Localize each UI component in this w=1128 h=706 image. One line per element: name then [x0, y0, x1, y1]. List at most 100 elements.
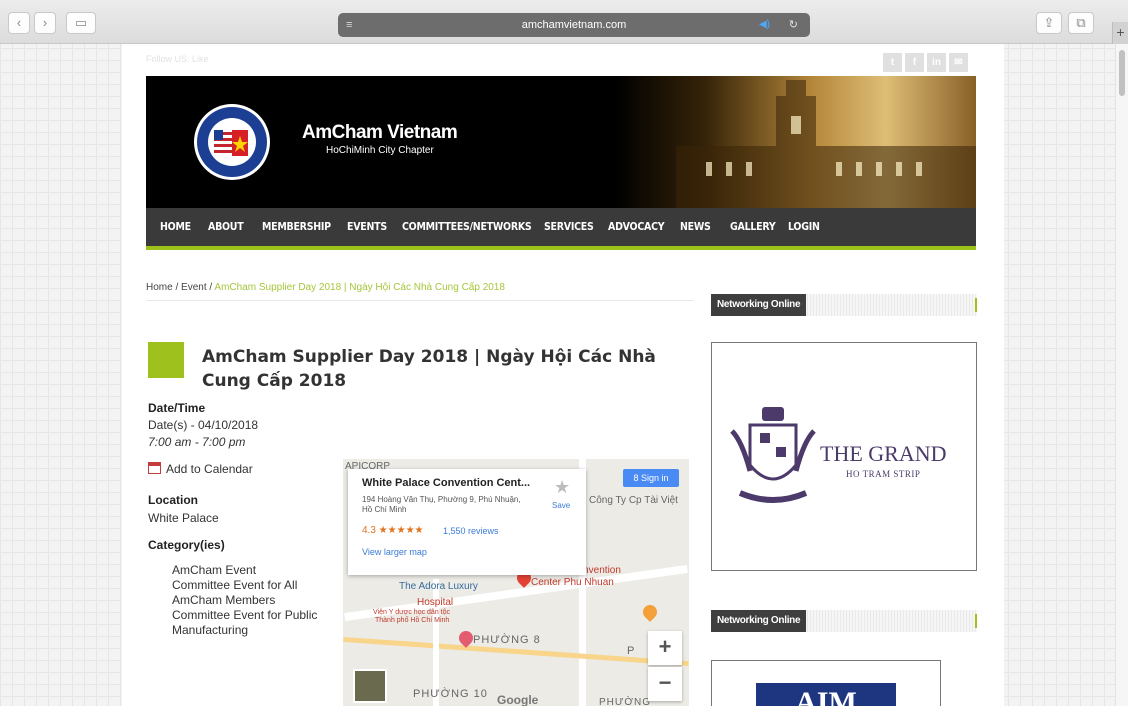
amcham-logo: [194, 104, 270, 180]
forward-button[interactable]: ›: [34, 12, 56, 34]
breadcrumb-separator: /: [172, 282, 182, 293]
map-label: Center Phu Nhuan: [531, 577, 614, 588]
map-label: The Adora Luxury: [399, 581, 478, 592]
the-grand-subtitle: HO TRAM STRIP: [846, 469, 921, 479]
satellite-toggle[interactable]: [353, 669, 387, 703]
nav-committees[interactable]: COMMITTEES/NETWORKS: [402, 208, 532, 246]
category-item[interactable]: AmCham Event: [172, 563, 317, 578]
banner-subtitle: HoChiMinh City Chapter: [326, 145, 434, 156]
sidebar-heading-text: Networking Online: [711, 610, 807, 632]
aim-ad[interactable]: AIM: [711, 660, 941, 706]
zoom-out-button[interactable]: −: [648, 667, 682, 701]
event-title: AmCham Supplier Day 2018 | Ngày Hội Các …: [202, 347, 656, 391]
nav-advocacy[interactable]: ADVOCACY: [608, 208, 665, 246]
the-grand-title: THE GRAND: [820, 441, 947, 466]
google-account-icon: 8: [633, 473, 641, 483]
place-address: 194 Hoàng Văn Thụ, Phường 9, Phú Nhuận, …: [362, 495, 521, 514]
nav-about[interactable]: ABOUT: [208, 208, 244, 246]
category-list: AmCham Event Committee Event for All AmC…: [172, 563, 317, 638]
reload-icon[interactable]: ↻: [789, 13, 798, 37]
add-to-calendar-link[interactable]: Add to Calendar: [166, 462, 253, 476]
tabs-button[interactable]: ⧉: [1068, 12, 1094, 34]
tabs-icon: ⧉: [1076, 15, 1086, 30]
social-links: t f in ✉: [883, 53, 968, 72]
view-larger-map-link[interactable]: View larger map: [362, 547, 427, 557]
calendar-icon: [148, 462, 161, 474]
nav-home[interactable]: HOME: [160, 208, 191, 246]
banner-title: AmCham Vietnam: [302, 122, 458, 143]
scrollbar[interactable]: [1115, 44, 1128, 706]
nav-services[interactable]: SERVICES: [544, 208, 594, 246]
site-banner: AmCham Vietnam HoChiMinh City Chapter: [146, 76, 976, 208]
map-label: Hospital: [417, 597, 454, 608]
map-label: PHƯỜNG: [599, 697, 652, 706]
web-page: Follow US: Like t f in ✉ AmCham Vietnam …: [122, 44, 1004, 706]
map-label: PHƯỜNG 8: [473, 634, 541, 646]
map-label: Viện Y dược học dân tộc: [373, 609, 450, 616]
place-card: White Palace Convention Cent... 194 Hoàn…: [348, 469, 586, 575]
event-time: 7:00 am - 7:00 pm: [148, 435, 246, 449]
address-bar[interactable]: ≡ amchamvietnam.com ◀) ↻: [338, 13, 810, 37]
aim-logo: AIM: [756, 683, 896, 706]
nav-events[interactable]: EVENTS: [347, 208, 387, 246]
building-silhouette: [676, 80, 976, 208]
url-text: amchamvietnam.com: [521, 19, 627, 31]
twitter-icon[interactable]: t: [883, 53, 902, 72]
title-accent: [148, 342, 184, 378]
scroll-thumb[interactable]: [1119, 50, 1125, 96]
google-map[interactable]: APICORP Công Ty Cp Tài Việt ce Conventio…: [343, 459, 689, 706]
share-button[interactable]: ⇪: [1036, 12, 1062, 34]
map-sign-in-button[interactable]: 8 Sign in: [623, 469, 679, 487]
email-icon[interactable]: ✉: [949, 53, 968, 72]
poi-pin-icon[interactable]: [640, 602, 660, 622]
back-button[interactable]: ‹: [8, 12, 30, 34]
the-grand-ad[interactable]: THE GRAND HO TRAM STRIP: [711, 342, 977, 571]
location-label: Location: [148, 493, 198, 507]
divider: [146, 300, 694, 301]
forward-icon: ›: [42, 15, 48, 30]
nav-membership[interactable]: MEMBERSHIP: [262, 208, 331, 246]
linkedin-icon[interactable]: in: [927, 53, 946, 72]
google-logo: Google: [497, 693, 539, 706]
sidebar-heading-text: Networking Online: [711, 294, 807, 316]
new-tab-button[interactable]: +: [1112, 22, 1128, 44]
map-label: Thành phố Hồ Chí Minh: [375, 617, 450, 624]
nav-news[interactable]: NEWS: [680, 208, 711, 246]
crest-icon: [730, 407, 816, 503]
place-rating: 4.3 ★★★★★: [362, 525, 424, 536]
share-icon: ⇪: [1043, 15, 1055, 30]
category-item[interactable]: AmCham Members: [172, 593, 317, 608]
speaker-icon[interactable]: ◀): [759, 13, 770, 37]
star-icon[interactable]: ★: [554, 477, 570, 498]
save-link[interactable]: Save: [552, 501, 570, 510]
browser-toolbar: ‹ › ▭ ≡ amchamvietnam.com ◀) ↻ ⇪ ⧉ +: [0, 0, 1128, 44]
sign-in-label: Sign in: [640, 473, 669, 483]
facebook-icon[interactable]: f: [905, 53, 924, 72]
place-name[interactable]: White Palace Convention Cent...: [362, 477, 530, 489]
back-icon: ‹: [16, 15, 22, 30]
plus-icon: +: [1116, 24, 1125, 40]
follow-us-text: Follow US: Like: [146, 54, 209, 64]
breadcrumb-home[interactable]: Home: [146, 282, 173, 293]
location-link[interactable]: White Palace: [148, 511, 219, 525]
map-label: Công Ty Cp Tài Việt: [589, 495, 678, 506]
nav-login[interactable]: LOGIN: [788, 208, 820, 246]
map-label: PHƯỜNG 10: [413, 688, 488, 700]
breadcrumb: Home / Event / AmCham Supplier Day 2018 …: [146, 282, 505, 293]
category-item[interactable]: Manufacturing: [172, 623, 317, 638]
sidebar-icon: ▭: [74, 15, 88, 30]
category-item[interactable]: Committee Event for Public: [172, 608, 317, 623]
event-dates: Date(s) - 04/10/2018: [148, 418, 259, 432]
reader-icon[interactable]: ≡: [346, 13, 352, 37]
breadcrumb-current: AmCham Supplier Day 2018 | Ngày Hội Các …: [214, 282, 505, 293]
sidebar-heading: Networking Online: [711, 610, 977, 632]
nav-gallery[interactable]: GALLERY: [730, 208, 776, 246]
map-label: P: [627, 645, 635, 657]
reviews-link[interactable]: 1,550 reviews: [443, 526, 499, 536]
category-label: Category(ies): [148, 538, 225, 552]
breadcrumb-event[interactable]: Event: [181, 282, 207, 293]
zoom-in-button[interactable]: +: [648, 631, 682, 665]
city-hall-image: [616, 76, 976, 208]
sidebar-toggle-button[interactable]: ▭: [66, 12, 96, 34]
category-item[interactable]: Committee Event for All: [172, 578, 317, 593]
